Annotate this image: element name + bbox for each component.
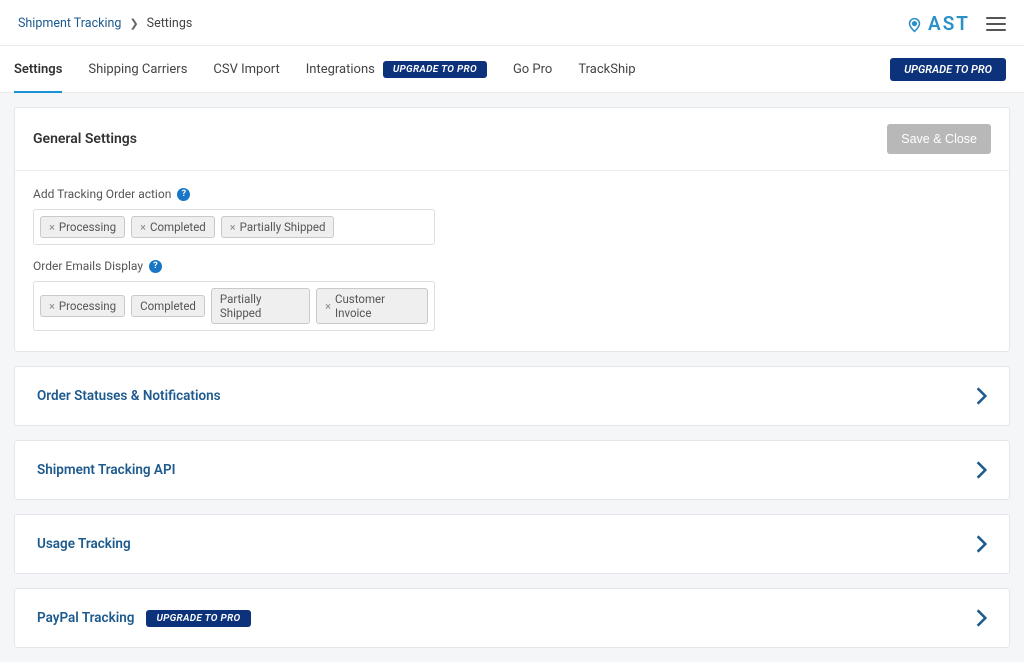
breadcrumb-current: Settings — [147, 16, 193, 31]
logo-text: AST — [928, 12, 970, 35]
accordion-title-text: Order Statuses & Notifications — [37, 388, 221, 404]
accordion-title: Shipment Tracking API — [37, 462, 176, 478]
chevron-right-icon — [976, 609, 987, 627]
field-add-tracking-order-action: Add Tracking Order action ? × Processing… — [33, 187, 991, 245]
chip-label: Customer Invoice — [335, 292, 419, 320]
chip-partially-shipped: Partially Shipped — [211, 288, 310, 324]
tab-shipping-carriers[interactable]: Shipping Carriers — [88, 46, 187, 92]
tab-label: Go Pro — [513, 62, 552, 77]
accordion-title-text: Shipment Tracking API — [37, 462, 176, 478]
panel-header: General Settings Save & Close — [15, 108, 1009, 171]
help-icon[interactable]: ? — [149, 260, 162, 273]
chevron-right-icon — [976, 461, 987, 479]
content: General Settings Save & Close Add Tracki… — [0, 93, 1024, 662]
chip-remove-icon[interactable]: × — [49, 300, 55, 313]
chevron-right-icon: ❯ — [129, 17, 138, 30]
chip-label: Completed — [140, 299, 196, 313]
upgrade-pro-badge: UPGRADE TO PRO — [146, 610, 250, 627]
tab-settings[interactable]: Settings — [14, 46, 62, 92]
panel-body: Add Tracking Order action ? × Processing… — [15, 171, 1009, 351]
tabs-row: Settings Shipping Carriers CSV Import In… — [0, 45, 1024, 93]
logo[interactable]: AST — [906, 12, 970, 35]
tab-go-pro[interactable]: Go Pro — [513, 46, 552, 92]
accordion-shipment-tracking-api[interactable]: Shipment Tracking API — [14, 440, 1010, 500]
chip-partially-shipped: × Partially Shipped — [221, 216, 335, 238]
chip-remove-icon[interactable]: × — [325, 300, 331, 313]
accordion-title: Order Statuses & Notifications — [37, 388, 221, 404]
tab-label: Shipping Carriers — [88, 62, 187, 77]
chip-label: Partially Shipped — [220, 292, 301, 320]
tab-trackship[interactable]: TrackShip — [578, 46, 635, 92]
accordion-title-text: PayPal Tracking — [37, 610, 134, 626]
chevron-right-icon — [976, 387, 987, 405]
accordion-title-text: Usage Tracking — [37, 536, 131, 552]
chip-remove-icon[interactable]: × — [140, 221, 146, 234]
accordion-order-statuses[interactable]: Order Statuses & Notifications — [14, 366, 1010, 426]
accordion-paypal-tracking[interactable]: PayPal Tracking UPGRADE TO PRO — [14, 588, 1010, 648]
accordion-title: PayPal Tracking UPGRADE TO PRO — [37, 610, 251, 627]
breadcrumb-root[interactable]: Shipment Tracking — [18, 16, 121, 31]
tab-label: Integrations — [306, 62, 375, 77]
panel-title: General Settings — [33, 131, 137, 147]
general-settings-panel: General Settings Save & Close Add Tracki… — [14, 107, 1010, 352]
chip-label: Processing — [59, 299, 116, 313]
tab-label: Settings — [14, 62, 62, 77]
chip-customer-invoice: × Customer Invoice — [316, 288, 428, 324]
save-close-button[interactable]: Save & Close — [887, 124, 991, 154]
field-label-text: Add Tracking Order action — [33, 187, 171, 201]
accordion-title: Usage Tracking — [37, 536, 131, 552]
chip-remove-icon[interactable]: × — [230, 221, 236, 234]
tab-integrations[interactable]: Integrations UPGRADE TO PRO — [306, 46, 487, 92]
field-label: Add Tracking Order action ? — [33, 187, 991, 201]
upgrade-pro-button[interactable]: UPGRADE TO PRO — [890, 58, 1006, 81]
field-label: Order Emails Display ? — [33, 259, 991, 273]
topbar-right: AST — [906, 12, 1006, 35]
chip-completed: Completed — [131, 295, 205, 317]
chip-remove-icon[interactable]: × — [49, 221, 55, 234]
tabs: Settings Shipping Carriers CSV Import In… — [14, 46, 636, 92]
chip-label: Completed — [150, 220, 206, 234]
accordion-usage-tracking[interactable]: Usage Tracking — [14, 514, 1010, 574]
chip-completed: × Completed — [131, 216, 215, 238]
tab-csv-import[interactable]: CSV Import — [213, 46, 279, 92]
tab-label: TrackShip — [578, 62, 635, 77]
chip-input[interactable]: × Processing Completed Partially Shipped… — [33, 281, 435, 331]
chip-processing: × Processing — [40, 295, 125, 317]
breadcrumb: Shipment Tracking ❯ Settings — [18, 16, 192, 31]
location-pin-icon — [906, 15, 923, 35]
chevron-right-icon — [976, 535, 987, 553]
topbar: Shipment Tracking ❯ Settings AST — [0, 0, 1024, 45]
field-label-text: Order Emails Display — [33, 259, 143, 273]
help-icon[interactable]: ? — [177, 188, 190, 201]
field-order-emails-display: Order Emails Display ? × Processing Comp… — [33, 259, 991, 331]
upgrade-pro-badge: UPGRADE TO PRO — [383, 61, 487, 78]
chip-processing: × Processing — [40, 216, 125, 238]
chip-label: Partially Shipped — [240, 220, 326, 234]
chip-label: Processing — [59, 220, 116, 234]
chip-input[interactable]: × Processing × Completed × Partially Shi… — [33, 209, 435, 245]
tab-label: CSV Import — [213, 62, 279, 77]
hamburger-menu-icon[interactable] — [986, 17, 1006, 31]
